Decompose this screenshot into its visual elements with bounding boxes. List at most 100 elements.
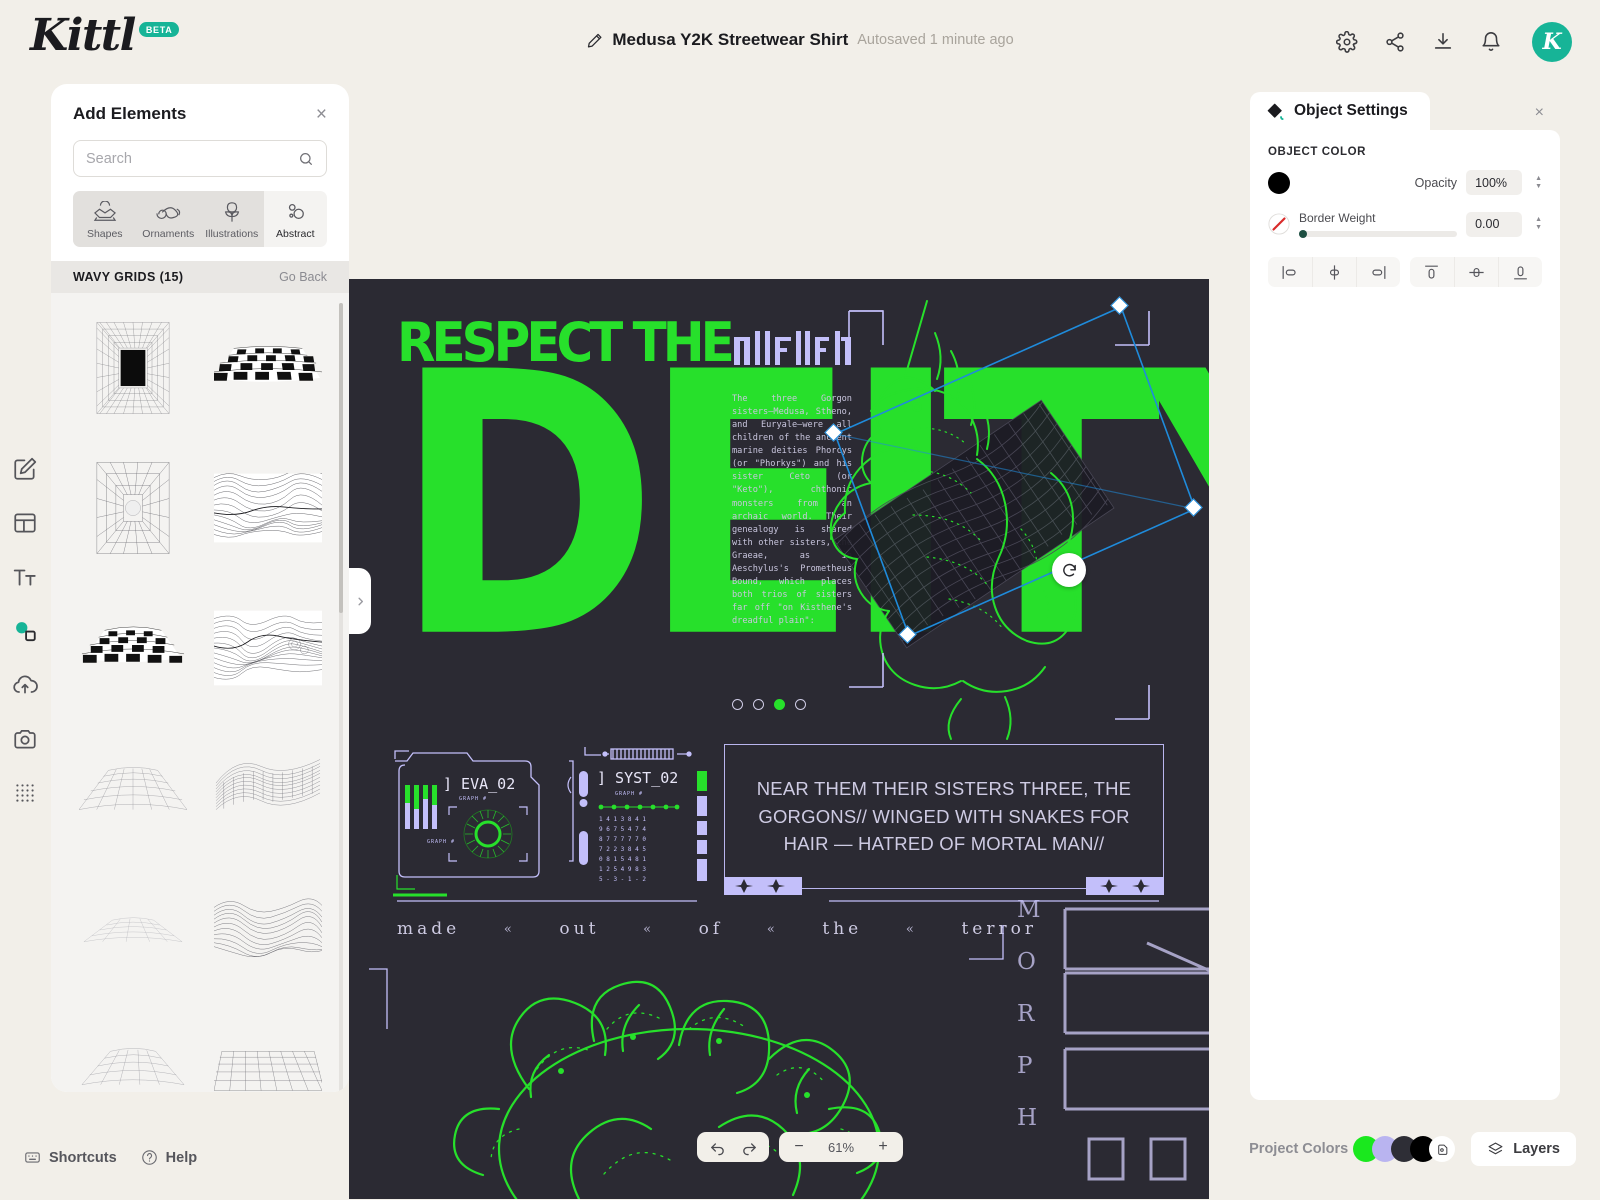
object-settings-title: Object Settings (1294, 102, 1408, 119)
tab-shapes-label: Shapes (86, 228, 123, 240)
panel-expand-handle[interactable] (349, 568, 371, 634)
align-bottom-icon[interactable] (1497, 257, 1542, 287)
ornaments-swirl-icon (156, 207, 181, 219)
thumbnail-mesh-wave-double[interactable] (204, 867, 331, 989)
thumbnail-tunnel-grid-square[interactable] (69, 307, 196, 429)
sidebar-item-elements[interactable] (12, 618, 38, 644)
go-back-button[interactable]: Go Back (279, 270, 327, 284)
add-elements-panel: Add Elements × Shapes Ornaments Illustra… (51, 84, 349, 1092)
tab-abstract[interactable]: Abstract (263, 191, 327, 247)
layers-button[interactable]: Layers (1471, 1132, 1576, 1166)
palette-icon[interactable] (1429, 1136, 1456, 1162)
layers-label: Layers (1513, 1141, 1560, 1157)
opacity-control: Opacity 100% ▲ ▼ (1415, 170, 1542, 195)
align-left-icon[interactable] (1268, 257, 1312, 287)
history-controls (697, 1132, 769, 1162)
logo-text: Kittl (30, 10, 136, 61)
zoom-level-value[interactable]: 61% (817, 1140, 865, 1155)
border-weight-input[interactable]: 0.00 (1466, 211, 1523, 237)
artboard[interactable]: RESPECT THE DEITY The three Gorgon siste… (349, 279, 1209, 1199)
thumbnail-mesh-plane-soft[interactable] (69, 727, 196, 849)
tab-shapes[interactable]: Shapes (73, 191, 137, 247)
rotate-handle-icon[interactable] (1052, 553, 1086, 587)
bottom-right-bar: Project Colors Layers (1249, 1132, 1576, 1166)
close-icon[interactable]: × (316, 105, 327, 124)
shortcuts-button[interactable]: Shortcuts (24, 1149, 117, 1166)
align-top-icon[interactable] (1410, 257, 1454, 287)
opacity-label: Opacity (1414, 175, 1458, 190)
object-settings-tab[interactable]: Object Settings (1250, 92, 1430, 130)
opacity-stepper[interactable]: ▲ ▼ (1535, 175, 1542, 190)
thumbnail-mesh-dome-wire[interactable] (69, 1007, 196, 1092)
align-center-horizontal-icon[interactable] (1311, 257, 1356, 287)
border-pen-icon[interactable] (1268, 213, 1290, 235)
chevron-right-icon (357, 597, 363, 605)
sidebar-item-mockups[interactable] (12, 780, 38, 806)
search-input[interactable] (86, 150, 298, 167)
search-box[interactable] (73, 140, 327, 177)
document-title-group[interactable]: Medusa Y2K Streetwear Shirt Autosaved 1 … (586, 30, 1014, 50)
question-circle-icon (141, 1150, 157, 1165)
thumbnail-mesh-ribbon-twist[interactable] (204, 727, 331, 849)
notification-bell-icon[interactable] (1480, 31, 1502, 53)
border-weight-row: Border Weight 0.00 ▲ ▼ (1268, 211, 1542, 238)
object-color-swatch[interactable] (1268, 171, 1290, 194)
panel-header: Add Elements × (51, 84, 349, 124)
thumbnail-scroll-area[interactable] (51, 293, 349, 1092)
tab-illustrations-label: Illustrations (205, 228, 259, 240)
pencil-edit-icon[interactable] (586, 32, 603, 49)
sidebar-item-uploads[interactable] (12, 672, 38, 698)
tool-rail (0, 84, 50, 1200)
object-settings-body: OBJECT COLOR Opacity 100% ▲ ▼ Border Weig… (1250, 130, 1560, 1100)
project-colors-label: Project Colors (1249, 1141, 1349, 1157)
thumbnail-wavy-mesh-symmetric[interactable] (204, 587, 331, 709)
tab-abstract-label: Abstract (275, 228, 315, 240)
border-weight-slider-group: Border Weight (1299, 211, 1458, 238)
object-settings-close-icon[interactable]: × (1535, 104, 1544, 122)
avatar[interactable]: K (1532, 22, 1572, 62)
app-header: Kittl BETA Medusa Y2K Streetwear Shirt A… (0, 0, 1600, 84)
align-right-icon[interactable] (1355, 257, 1400, 287)
sidebar-item-photos[interactable] (12, 726, 38, 752)
search-icon[interactable] (298, 151, 314, 167)
thumbnail-mesh-plane-flat[interactable] (69, 867, 196, 989)
scrollbar-thumb[interactable] (339, 303, 343, 613)
project-color-swatches (1353, 1136, 1456, 1162)
sidebar-item-design-edit[interactable] (12, 456, 38, 482)
help-button[interactable]: Help (141, 1149, 197, 1166)
thumbnail-tunnel-grid-circle[interactable] (69, 447, 196, 569)
category-header: WAVY GRIDS (15) Go Back (51, 261, 349, 293)
settings-gear-icon[interactable] (1336, 31, 1358, 53)
shortcuts-label: Shortcuts (49, 1149, 117, 1166)
header-actions: K (1336, 22, 1572, 62)
object-color-label: OBJECT COLOR (1268, 146, 1366, 158)
zoom-in-button[interactable]: + (869, 1134, 897, 1160)
panel-title: Add Elements (73, 104, 187, 123)
border-weight-slider-knob[interactable] (1299, 230, 1307, 238)
thumbnail-mesh-grid-perspective[interactable] (204, 1007, 331, 1092)
kittl-logo[interactable]: Kittl BETA (30, 10, 180, 61)
border-weight-stepper[interactable]: ▲ ▼ (1535, 216, 1542, 231)
layers-stack-icon (1488, 1142, 1503, 1154)
zoom-out-button[interactable]: − (785, 1134, 813, 1160)
tab-illustrations[interactable]: Illustrations (200, 191, 264, 247)
undo-arrow-icon[interactable] (703, 1134, 731, 1160)
thumbnail-wavy-mesh-ripple[interactable] (204, 447, 331, 569)
border-weight-label: Border Weight (1299, 211, 1376, 225)
redo-arrow-icon[interactable] (735, 1134, 763, 1160)
thumbnail-grid (69, 307, 331, 1092)
opacity-input[interactable]: 100% (1466, 170, 1523, 195)
align-middle-vertical-icon[interactable] (1453, 257, 1498, 287)
thumbnail-checker-plane-wave[interactable] (204, 307, 331, 429)
border-weight-slider[interactable] (1299, 230, 1458, 238)
download-icon[interactable] (1432, 31, 1454, 53)
object-color-row: Opacity 100% ▲ ▼ (1268, 170, 1542, 195)
category-tabs: Shapes Ornaments Illustrations Abstract (73, 191, 327, 247)
sidebar-item-text[interactable] (12, 564, 38, 590)
sidebar-item-templates[interactable] (12, 510, 38, 536)
thumbnail-checker-plane-dome[interactable] (69, 587, 196, 709)
share-icon[interactable] (1384, 31, 1406, 53)
page-title: Medusa Y2K Streetwear Shirt (612, 30, 849, 49)
bottom-left-bar: Shortcuts Help (24, 1149, 197, 1166)
tab-ornaments[interactable]: Ornaments (136, 191, 200, 247)
